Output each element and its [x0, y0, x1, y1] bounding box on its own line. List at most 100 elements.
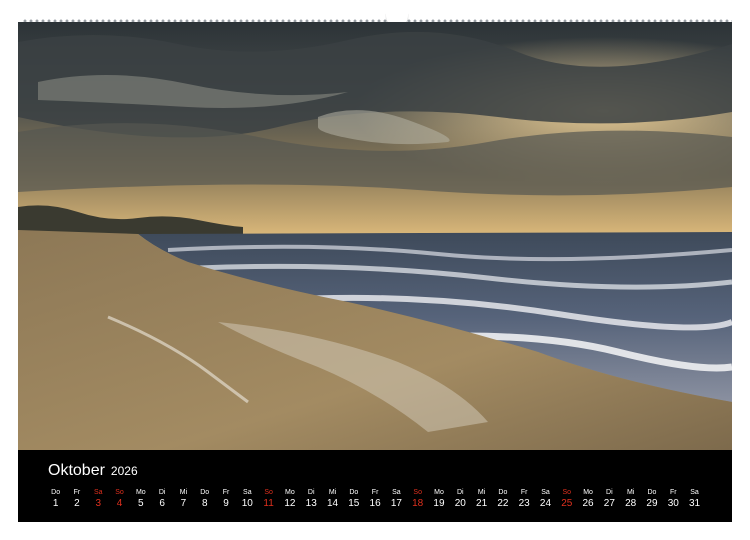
weekday-label: Sa [541, 489, 550, 496]
calendar-photo-beach-sunset [18, 22, 732, 450]
weekday-label: Mi [328, 489, 337, 496]
weekday-label: Fr [371, 489, 379, 496]
day-number: 30 [667, 498, 679, 509]
day-cell: Do 1 [45, 488, 66, 511]
weekday-label: Do [200, 489, 210, 496]
day-number: 24 [539, 498, 552, 509]
day-cell: Mo 12 [279, 488, 300, 511]
weekday-label: So [264, 489, 273, 496]
day-cell: Fr 23 [514, 488, 535, 511]
day-number: 5 [138, 498, 144, 509]
day-cell: So 4 [109, 488, 130, 511]
day-number: 12 [284, 498, 296, 509]
weekday-label: So [413, 489, 422, 496]
weekday-label: Di [456, 489, 464, 496]
day-cell: Mo 19 [428, 488, 449, 511]
day-cell: So 11 [258, 488, 279, 511]
weekday-label: Mo [285, 489, 295, 496]
day-number: 20 [454, 498, 466, 509]
day-number: 26 [582, 498, 594, 509]
day-cell: Fr 16 [364, 488, 385, 511]
weekday-label: Fr [73, 489, 81, 496]
day-cell: Do 29 [641, 488, 662, 511]
calendar-month-panel: Oktober 2026 Do 1 Fr 2 Sa 3 So 4 Mo 5 Di 6 Mi 7 Do 8 Fr 9… [18, 450, 732, 522]
day-cell: Mi 7 [173, 488, 194, 511]
day-cell: Mi 14 [322, 488, 343, 511]
day-cell: Sa 10 [237, 488, 258, 511]
weekday-label: Sa [392, 489, 401, 496]
weekday-label: Do [498, 489, 508, 496]
day-number: 18 [412, 498, 424, 509]
weekday-label: Di [307, 489, 315, 496]
day-number: 1 [52, 498, 59, 509]
day-cell: Do 22 [492, 488, 513, 511]
day-number: 22 [497, 498, 509, 509]
month-header: Oktober 2026 [48, 462, 138, 480]
weekday-label: Mi [477, 489, 486, 496]
day-number: 2 [74, 498, 80, 509]
day-number: 7 [180, 498, 187, 509]
year-label: 2026 [110, 464, 138, 478]
day-number: 25 [561, 498, 573, 509]
day-cell: So 25 [556, 488, 577, 511]
weekday-label: Do [349, 489, 359, 496]
weekday-label: Mo [135, 489, 146, 496]
day-number: 31 [688, 498, 701, 509]
day-number: 27 [603, 498, 615, 509]
day-cell: Sa 31 [684, 488, 705, 511]
day-number: 3 [95, 498, 102, 509]
day-cell: Fr 9 [215, 488, 236, 511]
day-number: 4 [116, 498, 123, 509]
day-number: 9 [223, 498, 229, 509]
day-cell: Do 15 [343, 488, 364, 511]
weekday-label: So [115, 489, 124, 496]
day-grid: Do 1 Fr 2 Sa 3 So 4 Mo 5 Di 6 Mi 7 Do 8 Fr 9 Sa 10 So 11 Mo 12 D… [45, 488, 705, 511]
day-number: 21 [476, 498, 488, 509]
day-number: 16 [369, 498, 381, 509]
weekday-label: Sa [690, 489, 699, 496]
weekday-label: Fr [520, 489, 528, 496]
weekday-label: Di [158, 489, 166, 496]
day-cell: Di 6 [151, 488, 172, 511]
day-cell: Di 13 [301, 488, 322, 511]
day-cell: Mo 5 [130, 488, 151, 511]
day-cell: Fr 2 [66, 488, 87, 511]
day-cell: Mi 28 [620, 488, 641, 511]
weekday-label: Mo [583, 489, 593, 496]
day-number: 13 [305, 498, 317, 509]
day-cell: Sa 3 [88, 488, 109, 511]
day-cell: Sa 17 [386, 488, 407, 511]
day-cell: Mi 21 [471, 488, 492, 511]
day-number: 28 [625, 498, 637, 509]
day-cell: Di 27 [599, 488, 620, 511]
weekday-label: Fr [222, 489, 230, 496]
day-number: 29 [646, 498, 658, 509]
weekday-label: Sa [93, 489, 103, 496]
weekday-label: Mi [179, 489, 188, 496]
day-cell: Fr 30 [663, 488, 684, 511]
day-number: 14 [326, 498, 339, 509]
weekday-label: Fr [669, 489, 677, 496]
day-cell: Sa 24 [535, 488, 556, 511]
day-cell: Do 8 [194, 488, 215, 511]
day-number: 8 [201, 498, 208, 509]
day-number: 19 [433, 498, 445, 509]
day-number: 23 [518, 498, 530, 509]
day-number: 10 [241, 498, 253, 509]
weekday-label: Do [647, 489, 657, 496]
beach-scene-illustration [18, 22, 732, 450]
day-number: 6 [159, 498, 165, 509]
day-cell: Mo 26 [577, 488, 598, 511]
weekday-label: Mi [626, 489, 635, 496]
weekday-label: So [562, 489, 572, 496]
day-number: 17 [390, 498, 402, 509]
weekday-label: Sa [243, 489, 252, 496]
weekday-label: Di [606, 489, 613, 496]
day-number: 15 [348, 498, 360, 509]
day-cell: So 18 [407, 488, 428, 511]
weekday-label: Mo [434, 489, 444, 496]
day-cell: Di 20 [450, 488, 471, 511]
month-name: Oktober [48, 462, 105, 479]
weekday-label: Do [51, 489, 61, 496]
day-number: 11 [263, 498, 274, 509]
